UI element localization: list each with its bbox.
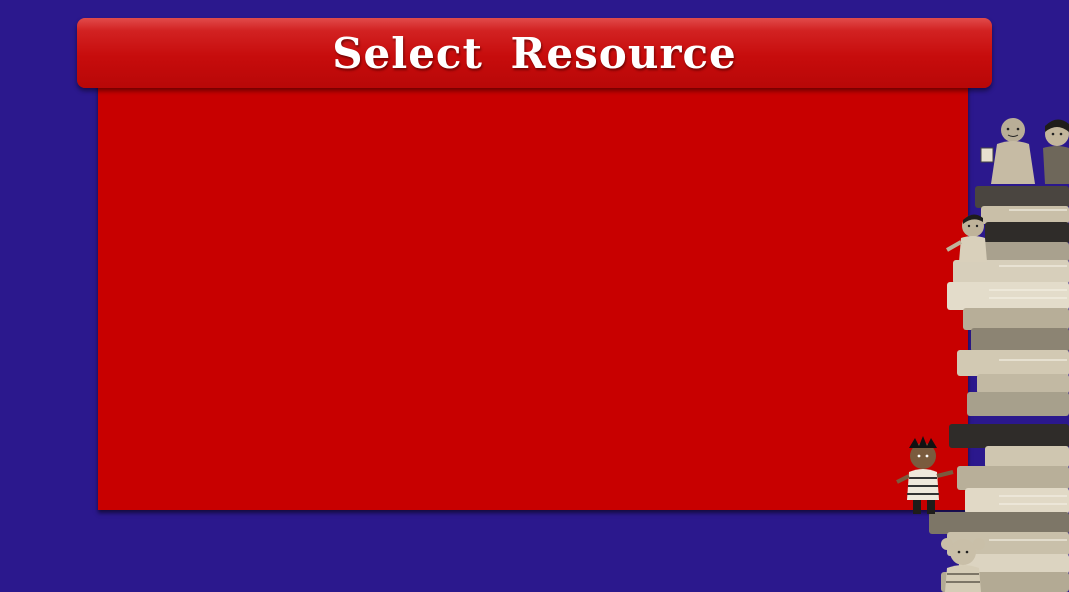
page-title: Select Resource bbox=[332, 28, 737, 78]
child-figure-icon bbox=[946, 214, 987, 262]
kids-on-books-stack-illustration bbox=[889, 110, 1069, 592]
title-bar: Select Resource bbox=[77, 18, 992, 88]
child-figure-icon bbox=[1043, 119, 1069, 184]
child-figure-icon bbox=[980, 118, 1035, 184]
resource-panel bbox=[98, 80, 968, 510]
child-figure-icon bbox=[896, 436, 954, 514]
